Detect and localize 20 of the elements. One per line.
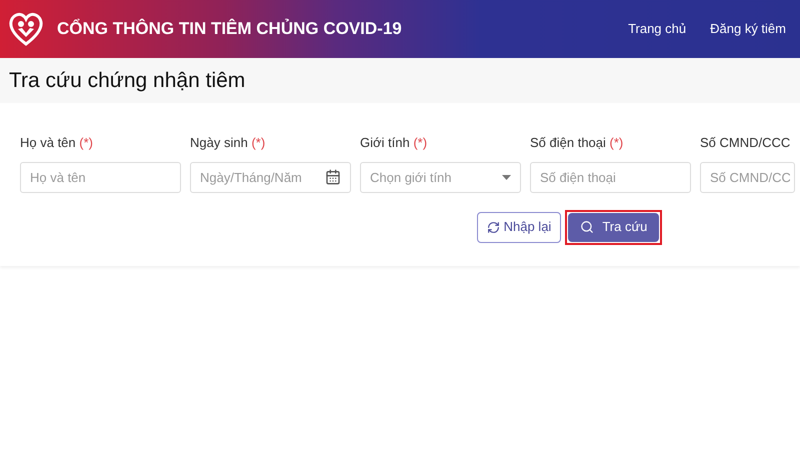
field-label: Số điện thoại (*) [530, 134, 624, 152]
select-field[interactable]: Chọn giới tính [360, 162, 521, 192]
heart-logo-icon [8, 11, 44, 47]
field-label: Giới tính (*) [360, 134, 428, 152]
input-field[interactable]: Họ và tên [20, 162, 181, 192]
site-title: CỔNG THÔNG TIN TIÊM CHỦNG COVID-19 [57, 18, 402, 40]
date-field[interactable]: Ngày/Tháng/Năm [190, 162, 351, 192]
field-label: Số CMND/CCC [700, 134, 792, 152]
page-title: Tra cứu chứng nhận tiêm [9, 68, 246, 94]
reset-button[interactable]: Nhập lại [476, 212, 562, 242]
field-label: Ngày sinh (*) [190, 134, 266, 152]
input-field[interactable]: Số điện thoại [530, 162, 691, 192]
search-icon [580, 220, 594, 234]
search-button[interactable]: Tra cứu [568, 212, 660, 242]
calendar-icon [325, 168, 341, 184]
caret-icon [502, 174, 511, 180]
refresh-icon [486, 220, 500, 234]
field-label: Họ và tên (*) [20, 134, 94, 152]
nav-link[interactable]: Đăng ký tiêm [710, 19, 786, 39]
nav-link[interactable]: Trang chủ [628, 19, 686, 39]
